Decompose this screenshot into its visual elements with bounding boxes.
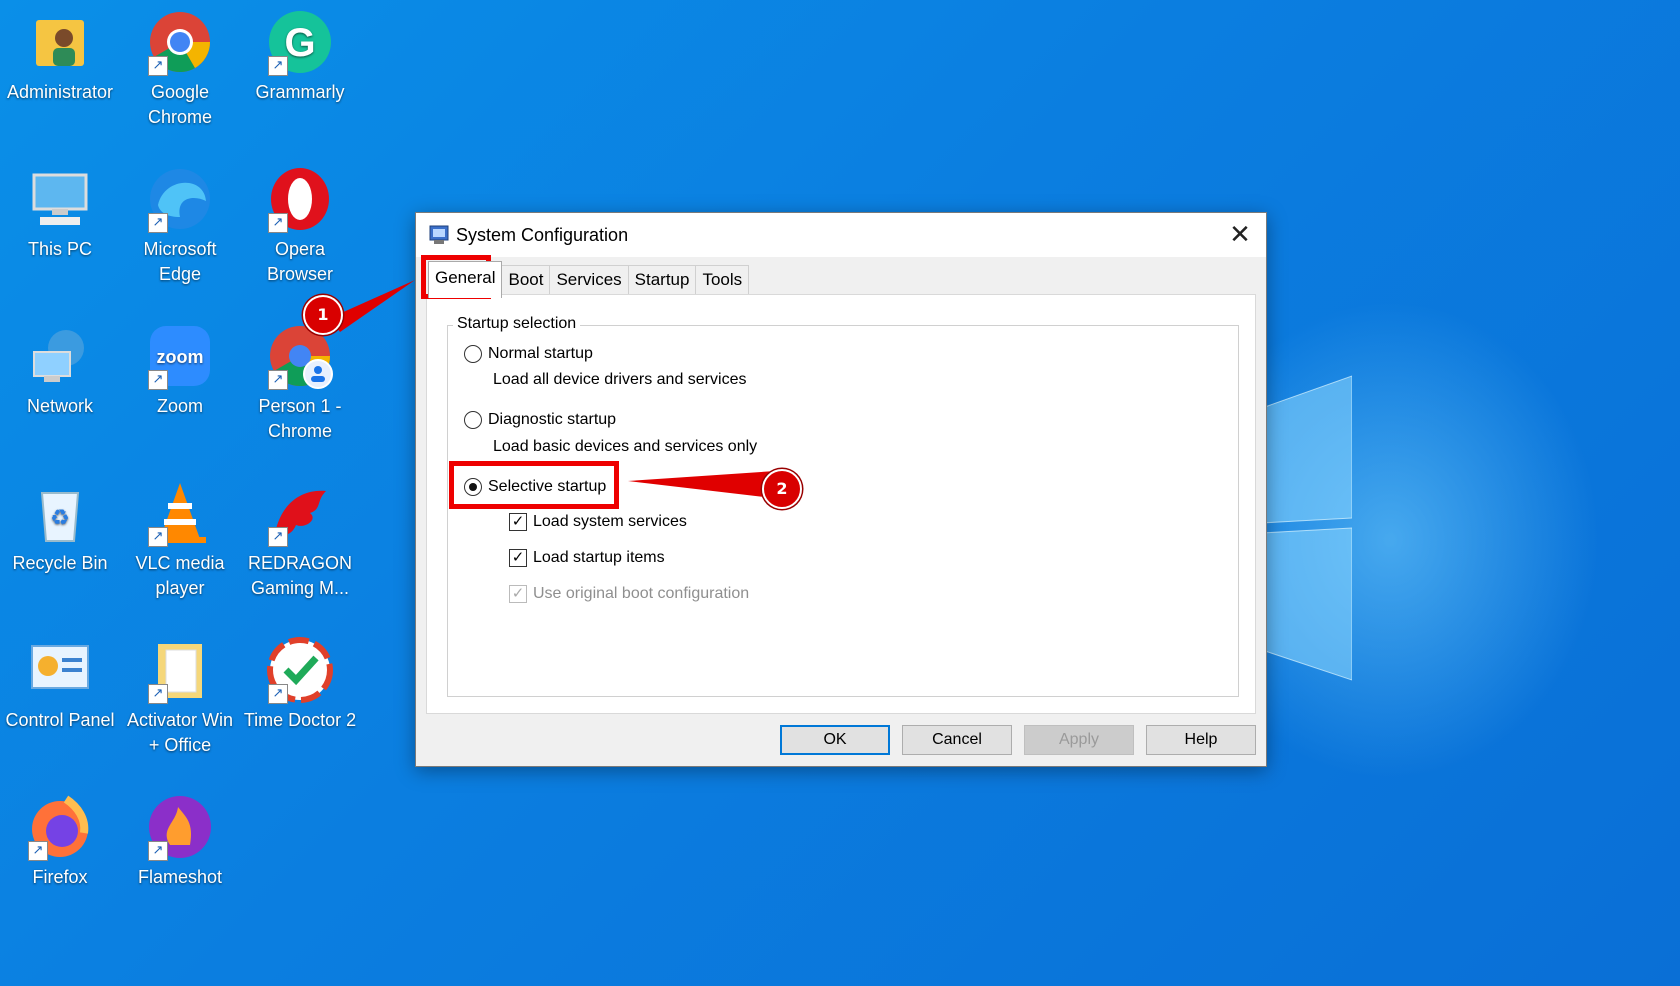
annotation-arrows <box>330 280 790 500</box>
tab-general[interactable]: General <box>428 261 503 298</box>
step-1-badge: 1 <box>303 295 343 335</box>
arrow-1 <box>330 280 415 332</box>
step-2-badge: 2 <box>762 469 802 509</box>
highlight-selective-startup <box>449 461 619 509</box>
